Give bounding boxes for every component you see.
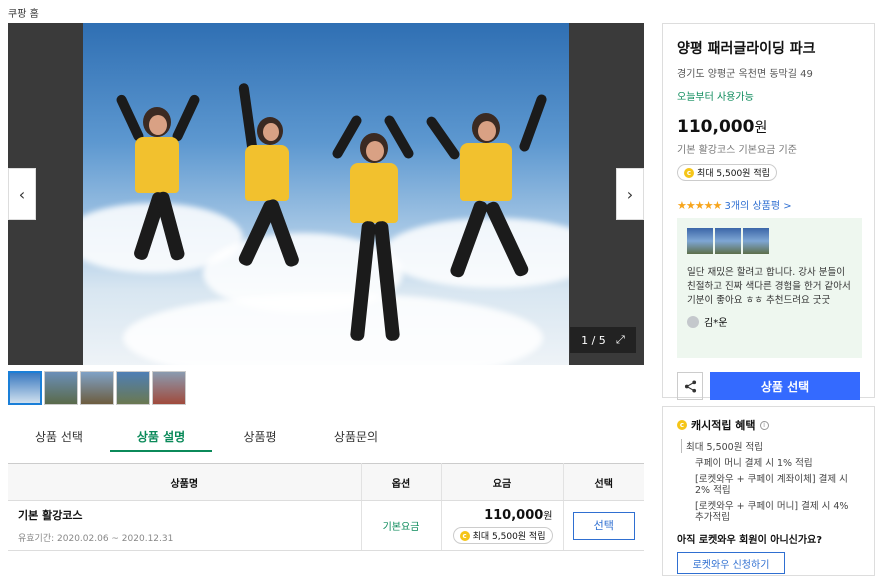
course-name: 기본 활강코스 bbox=[18, 509, 83, 522]
chevron-right-icon: › bbox=[626, 184, 634, 204]
thumbnail-2[interactable] bbox=[44, 371, 78, 405]
review-photo[interactable] bbox=[715, 228, 741, 254]
chevron-left-icon: ‹ bbox=[18, 184, 26, 204]
table-header-option: 옵션 bbox=[360, 463, 441, 501]
gallery-thumbnails bbox=[8, 371, 186, 405]
product-price-value: 110,000 bbox=[677, 117, 755, 137]
cash-max: 최대 5,500원 적립 bbox=[681, 439, 860, 453]
availability-text: 오늘부터 사용가능 bbox=[677, 92, 754, 103]
thumbnail-4[interactable] bbox=[116, 371, 150, 405]
breadcrumb[interactable]: 쿠팡 홈 bbox=[8, 5, 39, 20]
course-price: 110,000 bbox=[484, 508, 544, 523]
coin-icon: c bbox=[677, 420, 687, 430]
table-header-name: 상품명 bbox=[8, 463, 361, 501]
table-row: 기본 활강코스 유효기간: 2020.02.06 ~ 2020.12.31 기본… bbox=[8, 500, 644, 551]
product-price-unit: 원 bbox=[754, 120, 768, 136]
tab-product-description[interactable]: 상품 설명 bbox=[110, 418, 212, 452]
thumbnail-5[interactable] bbox=[152, 371, 186, 405]
product-price: 110,000원 bbox=[677, 117, 860, 137]
cash-benefit-title: c 캐시적립 혜택 i bbox=[677, 417, 860, 433]
rocketwow-question: 아직 로켓와우 회원이 아니신가요? bbox=[677, 535, 823, 546]
product-address: 경기도 양평군 옥천면 동막길 49 bbox=[677, 69, 813, 80]
course-price-unit: 원 bbox=[543, 511, 553, 522]
tab-product-select[interactable]: 상품 선택 bbox=[8, 418, 110, 452]
info-icon[interactable]: i bbox=[759, 420, 769, 430]
reviewer: 김*운 bbox=[687, 314, 852, 329]
rating-row[interactable]: ★★★★★ 3개의 상품평 > bbox=[677, 197, 860, 212]
thumbnail-3[interactable] bbox=[80, 371, 114, 405]
cash-line: 쿠페이 머니 결제 시 1% 적립 bbox=[695, 458, 813, 469]
product-title: 양평 패러글라이딩 파크 bbox=[677, 41, 816, 57]
card-reward-text: 최대 5,500원 적립 bbox=[697, 169, 770, 179]
expand-icon[interactable]: ⤢ bbox=[616, 333, 625, 347]
tab-inquiries[interactable]: 상품문의 bbox=[308, 418, 404, 452]
review-text: 일단 재밌은 할려고 합니다. 강사 분들이 친절하고 진짜 색다른 경험을 한… bbox=[687, 267, 851, 306]
reviewer-name: 김*운 bbox=[704, 318, 728, 329]
share-icon bbox=[684, 379, 696, 393]
table-header-select: 선택 bbox=[562, 463, 644, 501]
review-preview[interactable]: 일단 재밌은 할려고 합니다. 강사 분들이 친절하고 진짜 색다른 경험을 한… bbox=[677, 218, 862, 358]
review-photo[interactable] bbox=[687, 228, 713, 254]
card-reward-badge: c 최대 5,500원 적립 bbox=[677, 164, 777, 181]
gallery-counter: 1 / 5 ⤢ bbox=[570, 327, 636, 353]
product-summary-card: 양평 패러글라이딩 파크 경기도 양평군 옥천면 동막길 49 오늘부터 사용가… bbox=[662, 23, 875, 400]
product-option-table: 상품명 옵션 요금 선택 기본 활강코스 유효기간: 2020.02.06 ~ … bbox=[8, 463, 644, 551]
cash-benefit-card: c 캐시적립 혜택 i 최대 5,500원 적립 쿠페이 머니 결제 시 1% … bbox=[662, 406, 875, 576]
thumbnail-1[interactable] bbox=[8, 371, 42, 405]
coin-icon: c bbox=[459, 530, 470, 541]
price-basis: 기본 활강코스 기본요금 기준 bbox=[677, 145, 797, 156]
table-header-price: 요금 bbox=[440, 463, 563, 501]
product-select-button[interactable]: 상품 선택 bbox=[710, 372, 860, 400]
reward-text: 최대 5,500원 적립 bbox=[472, 532, 546, 542]
review-count-link[interactable]: 3개의 상품평 > bbox=[725, 201, 792, 212]
star-rating-icon: ★★★★★ bbox=[677, 199, 722, 212]
share-button[interactable] bbox=[677, 372, 703, 400]
tab-reviews[interactable]: 상품평 bbox=[212, 418, 308, 452]
gallery-prev-button[interactable]: ‹ bbox=[8, 168, 36, 220]
gallery-counter-text: 1 / 5 bbox=[581, 333, 606, 347]
gallery-next-button[interactable]: › bbox=[616, 168, 644, 220]
product-gallery: ‹ › 1 / 5 ⤢ bbox=[8, 23, 644, 365]
gallery-main-photo bbox=[83, 23, 569, 365]
cash-benefit-title-text: 캐시적립 혜택 bbox=[691, 419, 756, 432]
product-tabs: 상품 선택 상품 설명 상품평 상품문의 bbox=[8, 418, 644, 452]
coin-icon: c bbox=[684, 167, 694, 178]
avatar bbox=[687, 315, 699, 328]
rocketwow-signup-button[interactable]: 로켓와우 신청하기 bbox=[677, 552, 785, 574]
cash-line: [로켓와우 + 쿠페이 계좌이체] 결제 시 2% 적립 bbox=[695, 474, 848, 496]
review-photo[interactable] bbox=[743, 228, 769, 254]
course-option: 기본요금 bbox=[360, 500, 441, 551]
reward-badge: c 최대 5,500원 적립 bbox=[452, 527, 553, 544]
select-button[interactable]: 선택 bbox=[572, 511, 635, 540]
course-period: 유효기간: 2020.02.06 ~ 2020.12.31 bbox=[18, 534, 174, 544]
cash-line: [로켓와우 + 쿠페이 머니] 결제 시 4% 추가적립 bbox=[695, 501, 849, 523]
